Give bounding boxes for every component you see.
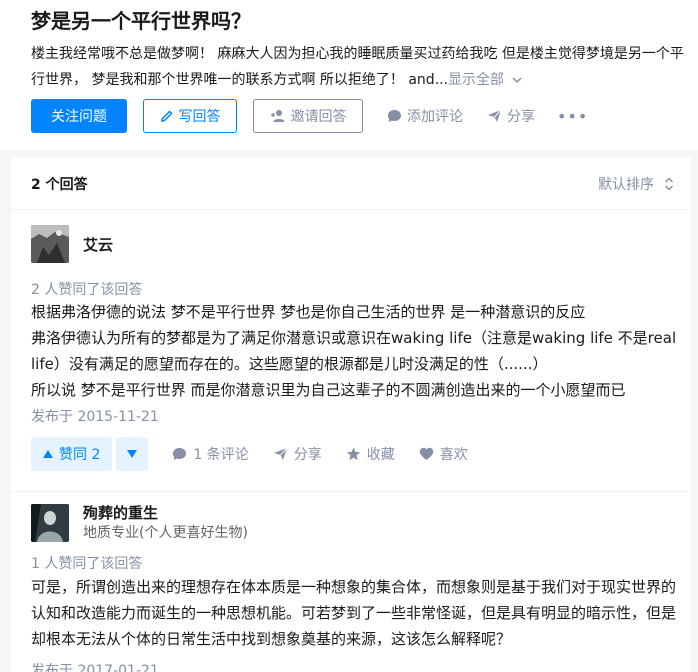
invite-answer-label: 邀请回答 bbox=[290, 109, 347, 125]
answer-paragraph: 根据弗洛伊德的说法 梦不是平行世界 梦也是你自己生活的世界 是一种潜意识的反应 bbox=[31, 303, 586, 321]
like-label: 喜欢 bbox=[439, 447, 468, 463]
vote-count-text: 1 人赞同了该回答 bbox=[31, 556, 143, 572]
publish-time[interactable]: 发布于 2017-01-21 bbox=[31, 660, 159, 672]
author-name[interactable]: 艾云 bbox=[83, 234, 113, 255]
collect-label: 收藏 bbox=[366, 447, 395, 463]
pencil-icon bbox=[160, 110, 173, 122]
answer-item: 艾云 2 人赞同了该回答 根据弗洛伊德的说法 梦不是平行世界 梦也是你自己生活的… bbox=[11, 210, 691, 492]
answer-item: 殉葬的重生 地质专业(个人更喜好生物) 1 人赞同了该回答 可是，所谓创造出来的… bbox=[11, 492, 691, 672]
answer-paragraph: 弗洛伊德认为所有的梦都是为了满足你潜意识或意识在waking life（注意是w… bbox=[31, 329, 677, 373]
vote-down-button[interactable] bbox=[116, 437, 149, 471]
add-comment-label: 添加评论 bbox=[407, 109, 463, 125]
heart-icon bbox=[419, 447, 433, 460]
chevron-down-icon bbox=[511, 77, 522, 84]
answer-paragraph: 所以说 梦不是平行世界 而是你潜意识里为自己这辈子的不圆满创造出来的一个小愿望而… bbox=[31, 381, 626, 399]
invite-answer-button[interactable]: 邀请回答 bbox=[253, 99, 363, 133]
write-answer-label: 写回答 bbox=[178, 109, 221, 125]
answer-paragraph: 可是，所谓创造出来的理想存在体本质是一种想象的集合体，而想象则是基于我们对于现实… bbox=[31, 578, 677, 648]
follow-question-button[interactable]: 关注问题 bbox=[31, 99, 127, 133]
add-comment-button[interactable]: 添加评论 bbox=[387, 106, 463, 126]
up-down-chevrons-icon bbox=[665, 177, 673, 191]
share-answer-button[interactable]: 分享 bbox=[273, 444, 322, 464]
avatar[interactable] bbox=[31, 225, 69, 263]
triangle-up-icon bbox=[43, 450, 53, 458]
speech-bubble-icon bbox=[173, 448, 187, 460]
write-answer-button[interactable]: 写回答 bbox=[143, 99, 237, 133]
answer-content: 根据弗洛伊德的说法 梦不是平行世界 梦也是你自己生活的世界 是一种潜意识的反应 … bbox=[31, 299, 681, 403]
comments-button[interactable]: 1 条评论 bbox=[172, 444, 249, 464]
sort-label: 默认排序 bbox=[598, 177, 654, 193]
answer-count: 2 个回答 bbox=[31, 177, 88, 193]
vote-up-label: 赞同 2 bbox=[59, 447, 101, 463]
question-actions: 关注问题 写回答 邀请回答 添加评论 分享 ••• bbox=[31, 99, 588, 133]
share-question-label: 分享 bbox=[507, 109, 535, 125]
collect-button[interactable]: 收藏 bbox=[346, 444, 395, 464]
question-title: 梦是另一个平行世界吗？ bbox=[31, 9, 251, 33]
answer-action-bar: 赞同 2 1 条评论 分享 收藏 喜欢 bbox=[31, 437, 468, 471]
paper-plane-icon bbox=[488, 109, 502, 122]
add-user-icon bbox=[270, 110, 284, 122]
comments-label: 1 条评论 bbox=[193, 447, 249, 463]
answers-header: 2 个回答 默认排序 bbox=[11, 157, 691, 210]
author-bio: 地质专业(个人更喜好生物) bbox=[83, 525, 248, 541]
avatar[interactable] bbox=[31, 504, 69, 542]
question-detail: 楼主我经常哦不总是做梦啊！ 麻麻大人因为担心我的睡眠质量买过药给我吃 但是楼主觉… bbox=[31, 41, 691, 93]
show-all-label: 显示全部 bbox=[448, 72, 505, 88]
triangle-down-icon bbox=[127, 450, 138, 458]
ellipsis-icon: ••• bbox=[557, 106, 589, 126]
answer-content: 可是，所谓创造出来的理想存在体本质是一种想象的集合体，而想象则是基于我们对于现实… bbox=[31, 574, 681, 652]
star-icon bbox=[346, 447, 360, 461]
sort-dropdown[interactable]: 默认排序 bbox=[598, 174, 674, 194]
share-answer-label: 分享 bbox=[293, 447, 322, 463]
publish-time[interactable]: 发布于 2015-11-21 bbox=[31, 406, 159, 426]
speech-bubble-icon bbox=[388, 110, 401, 122]
share-question-button[interactable]: 分享 bbox=[487, 106, 535, 126]
question-header: 梦是另一个平行世界吗？ 楼主我经常哦不总是做梦啊！ 麻麻大人因为担心我的睡眠质量… bbox=[0, 0, 698, 150]
more-options-button[interactable]: ••• bbox=[557, 107, 588, 126]
author-name[interactable]: 殉葬的重生 bbox=[83, 502, 158, 523]
like-button[interactable]: 喜欢 bbox=[419, 444, 468, 464]
vote-up-button[interactable]: 赞同 2 bbox=[31, 437, 113, 471]
answers-list: 2 个回答 默认排序 艾云 2 人赞同了该回答 根据弗洛伊德的说法 梦不是平行世… bbox=[11, 157, 691, 672]
question-detail-text: 楼主我经常哦不总是做梦啊！ 麻麻大人因为担心我的睡眠质量买过药给我吃 但是楼主觉… bbox=[31, 46, 684, 88]
vote-count-text: 2 人赞同了该回答 bbox=[31, 282, 143, 298]
show-all-link[interactable]: 显示全部 bbox=[448, 72, 522, 88]
paper-plane-icon bbox=[273, 447, 288, 460]
